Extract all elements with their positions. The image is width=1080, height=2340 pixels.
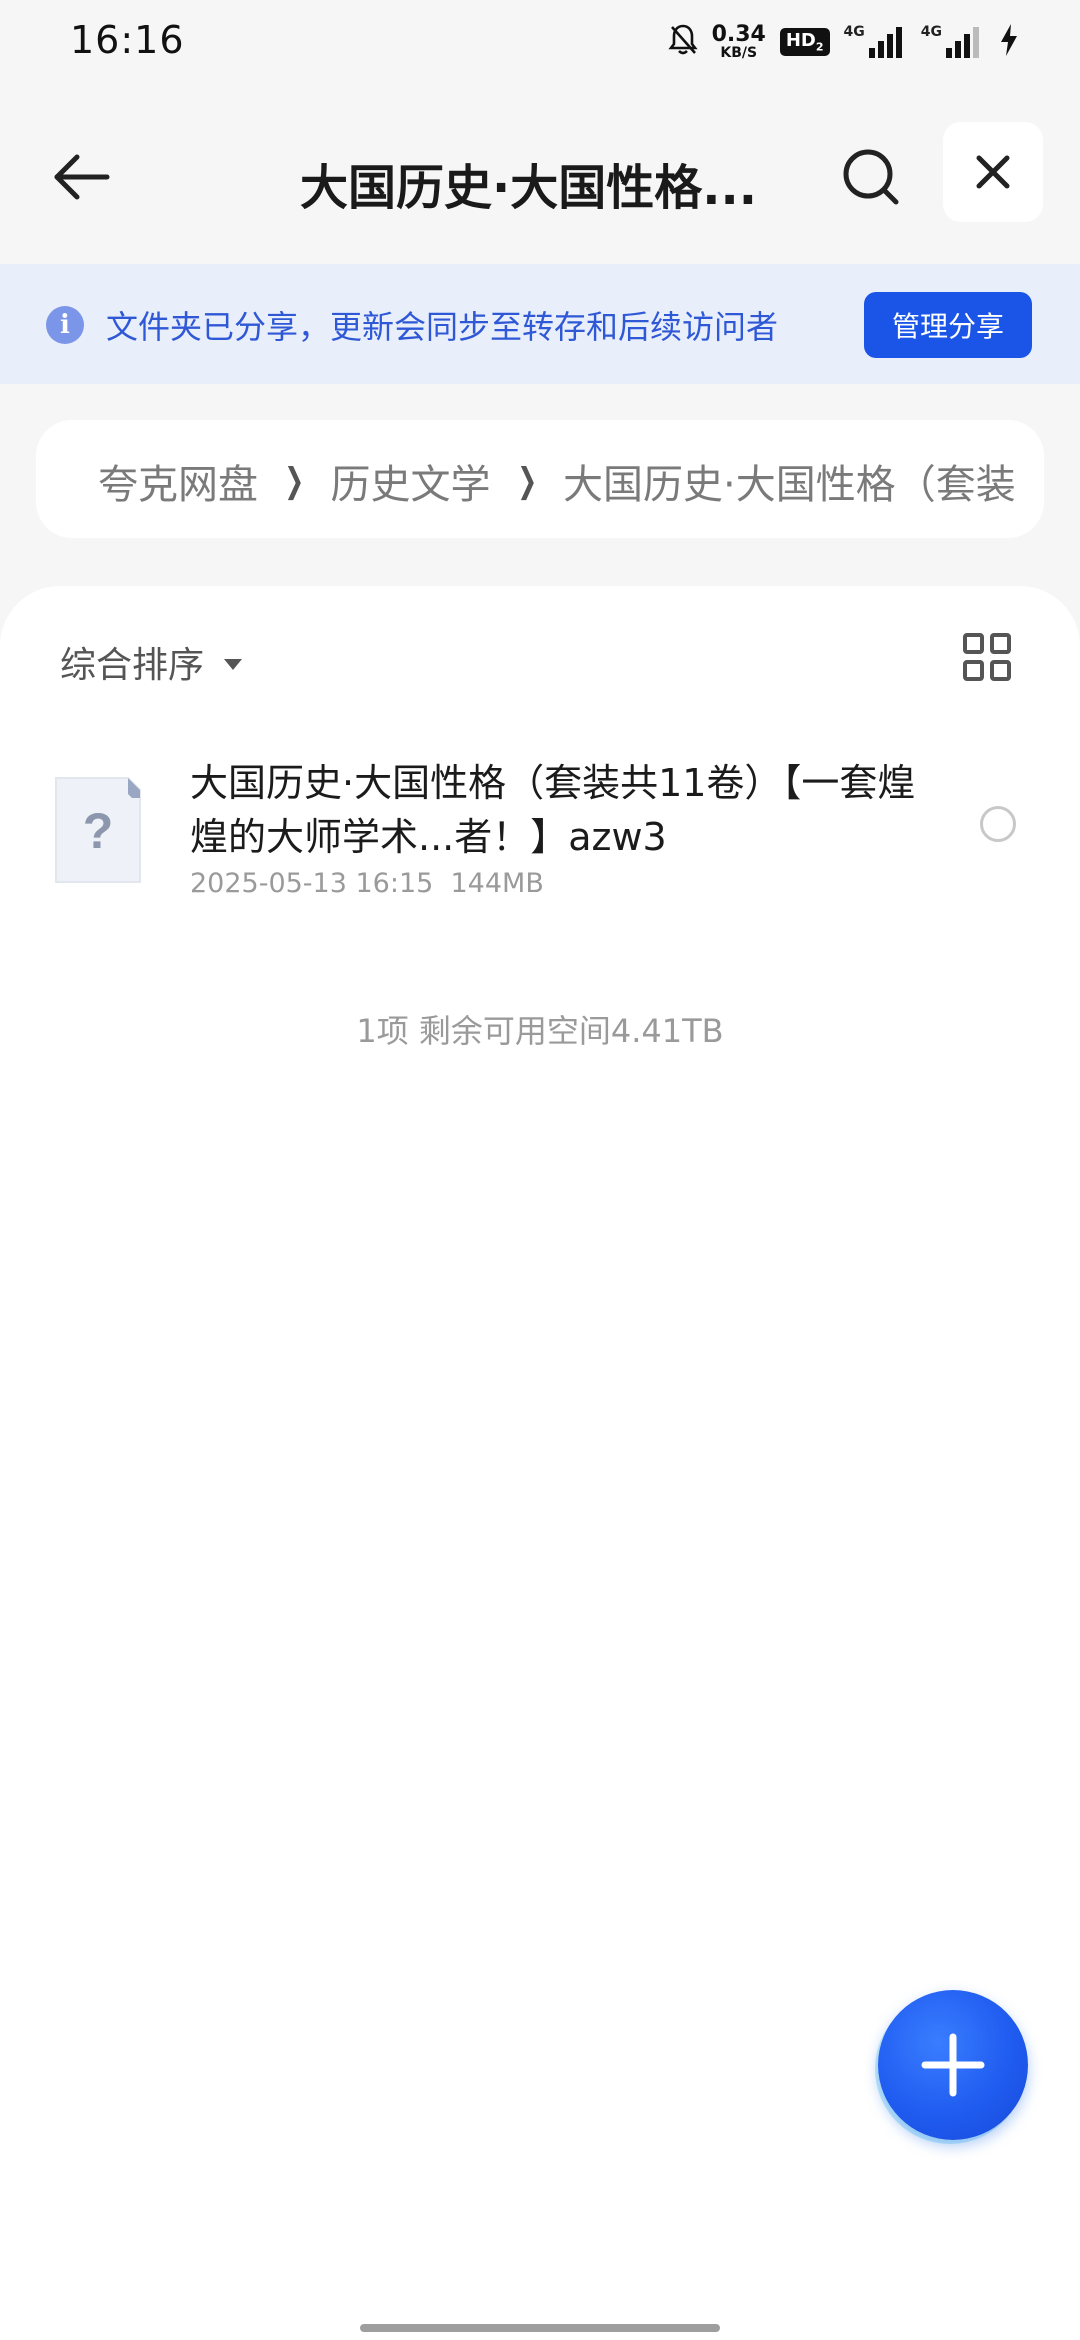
unknown-file-icon: ?	[52, 774, 144, 886]
arrow-left-icon	[54, 154, 110, 200]
hd-label: HD	[785, 29, 816, 51]
breadcrumb-track: 夸克网盘 ❯ 历史文学 ❯ 大国历史·大国性格（套装	[98, 452, 1020, 510]
plus-icon	[921, 2033, 985, 2097]
sort-dropdown[interactable]: 综合排序	[60, 636, 243, 688]
breadcrumb-item-current: 大国历史·大国性格（套装	[563, 462, 1016, 508]
manage-share-button[interactable]: 管理分享	[864, 292, 1032, 358]
chevron-right-icon: ❯	[516, 461, 537, 501]
signal-icon: 4G	[844, 24, 907, 60]
hd-badge: HD2	[779, 27, 830, 57]
breadcrumb-item-root[interactable]: 夸克网盘	[98, 452, 258, 510]
grid-view-icon	[963, 633, 1011, 681]
screen: 16:16 0.34 KB/S HD2 4G 4G 大国历史·大国性格... i…	[0, 0, 1080, 2340]
network-speed-value: 0.34	[711, 22, 766, 47]
search-button[interactable]	[836, 142, 906, 212]
status-bar: 16:16 0.34 KB/S HD2 4G 4G	[0, 0, 1080, 84]
status-icons: 0.34 KB/S HD2 4G 4G	[667, 20, 1020, 64]
signal-icon-2: 4G	[921, 24, 984, 60]
bell-off-icon	[667, 23, 698, 61]
file-size: 144MB	[450, 868, 544, 899]
file-date: 2025-05-13 16:15	[190, 868, 434, 899]
sort-label: 综合排序	[60, 645, 205, 686]
file-name: 大国历史·大国性格（套装共11卷）【一套煌煌的大师学术...者！】azw3	[190, 761, 916, 859]
share-banner: i 文件夹已分享，更新会同步至转存和后续访问者 管理分享	[0, 264, 1080, 384]
add-button[interactable]	[878, 1990, 1028, 2140]
caret-down-icon	[224, 658, 243, 670]
grid-view-toggle[interactable]	[962, 632, 1012, 682]
svg-text:?: ?	[83, 803, 114, 859]
home-indicator[interactable]	[360, 2324, 720, 2332]
file-row[interactable]: ? 大国历史·大国性格（套装共11卷）【一套煌煌的大师学术...者！】azw3 …	[0, 756, 1080, 916]
back-button[interactable]	[46, 142, 116, 212]
chevron-right-icon: ❯	[284, 461, 305, 501]
hd-sub: 2	[815, 40, 824, 54]
network-speed-unit: KB/S	[720, 45, 758, 61]
file-meta: 2025-05-13 16:15 144MB	[190, 868, 544, 899]
close-icon	[976, 155, 1010, 189]
share-banner-text: 文件夹已分享，更新会同步至转存和后续访问者	[106, 308, 779, 346]
page-title: 大国历史·大国性格...	[300, 160, 757, 216]
close-button[interactable]	[943, 122, 1043, 222]
file-select-checkbox[interactable]	[980, 806, 1016, 842]
search-icon	[843, 149, 899, 205]
status-time: 16:16	[70, 18, 185, 62]
sim1-label: 4G	[843, 24, 865, 40]
network-speed: 0.34 KB/S	[711, 22, 766, 61]
storage-summary: 1项 剩余可用空间4.41TB	[356, 1012, 724, 1050]
info-icon: i	[46, 306, 84, 344]
top-bar: 大国历史·大国性格...	[0, 120, 1080, 230]
charging-icon	[998, 22, 1020, 62]
breadcrumb: 夸克网盘 ❯ 历史文学 ❯ 大国历史·大国性格（套装	[36, 420, 1044, 538]
breadcrumb-item-history-literature[interactable]: 历史文学	[331, 452, 491, 510]
sim2-label: 4G	[920, 24, 942, 40]
